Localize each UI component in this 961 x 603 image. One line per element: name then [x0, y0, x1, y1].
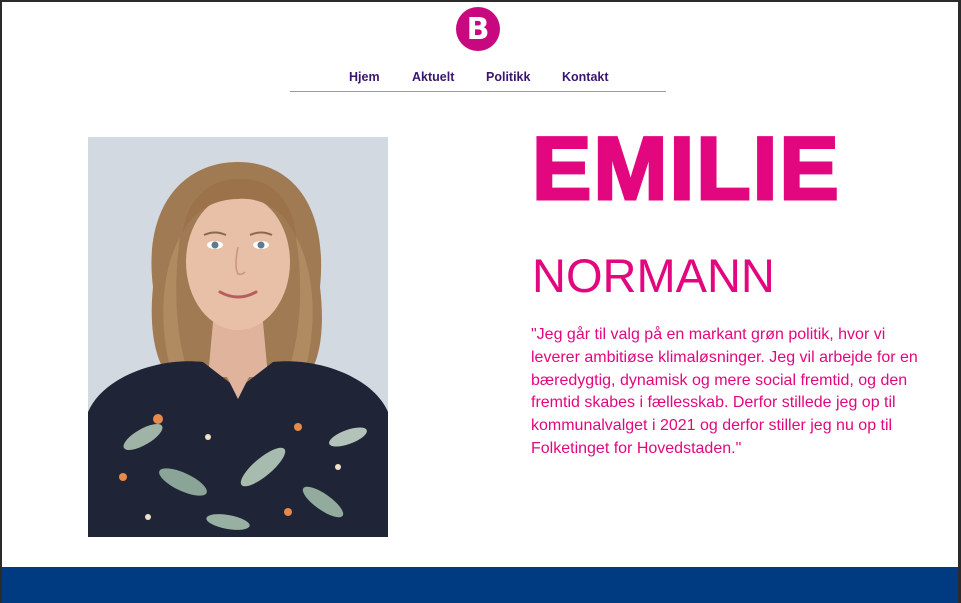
candidate-quote: "Jeg går til valg på en markant grøn pol…: [531, 326, 918, 457]
candidate-last-name: NORMANN: [532, 249, 775, 302]
logo-badge[interactable]: B: [456, 7, 500, 51]
candidate-first-name: EMILIE: [531, 118, 841, 218]
nav-link-kontakt[interactable]: Kontakt: [562, 70, 609, 84]
nav-link-aktuelt[interactable]: Aktuelt: [412, 70, 454, 84]
main-navigation: Hjem Aktuelt Politikk Kontakt: [290, 62, 666, 92]
candidate-portrait: [88, 137, 388, 537]
nav-link-hjem[interactable]: Hjem: [349, 70, 380, 84]
nav-link-politikk[interactable]: Politikk: [486, 70, 530, 84]
footer-bar: [0, 567, 961, 603]
